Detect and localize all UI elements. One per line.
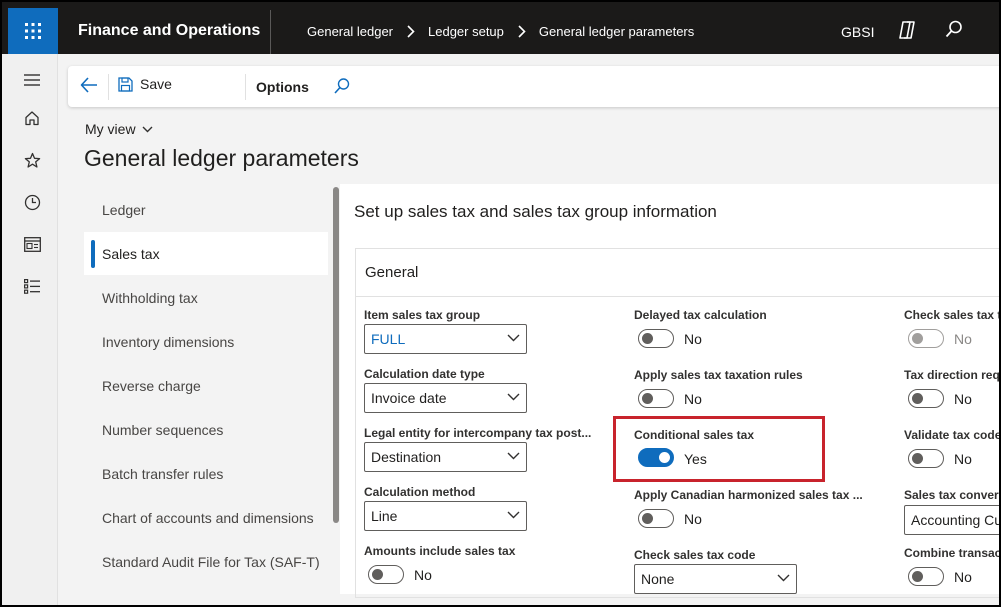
check-sales-tax-code-select[interactable]: None [634, 564, 797, 594]
workspaces-icon[interactable] [22, 234, 42, 254]
tax-direction-required-toggle[interactable] [908, 389, 944, 408]
navigation-rail [2, 54, 58, 605]
page-title: General ledger parameters [84, 145, 359, 171]
chevron-down-icon [507, 334, 520, 342]
tab-saf-t[interactable]: Standard Audit File for Tax (SAF-T) [84, 540, 328, 583]
chevron-down-icon [507, 511, 520, 519]
item-sales-tax-group-value: FULL [371, 331, 406, 347]
check-sales-tax-code-value: None [641, 571, 675, 587]
check-sales-tax-trans-toggle[interactable] [908, 329, 944, 348]
tab-batch-transfer-rules[interactable]: Batch transfer rules [84, 452, 328, 495]
company-picker[interactable]: GBSI [841, 24, 874, 40]
legal-entity-tax-post-label: Legal entity for intercompany tax post..… [364, 426, 592, 440]
calculation-date-type-label: Calculation date type [364, 367, 485, 381]
calculation-date-type-value: Invoice date [371, 390, 447, 406]
tax-direction-required-value: No [954, 391, 972, 407]
apply-taxation-rules-label: Apply sales tax taxation rules [634, 368, 803, 382]
fasttab-header-general[interactable]: General [365, 264, 418, 281]
detail-title: Set up sales tax and sales tax group inf… [354, 202, 717, 221]
search-icon[interactable] [945, 20, 963, 38]
app-frame: Finance and Operations General ledger Le… [0, 0, 1001, 607]
fasttab-divider [356, 296, 999, 297]
combine-transactions-value: No [954, 569, 972, 585]
item-sales-tax-group-label: Item sales tax group [364, 308, 481, 322]
content-panel: Ledger Sales tax Withholding tax Invento… [84, 184, 999, 598]
legal-entity-tax-post-select[interactable]: Destination [364, 442, 527, 472]
chevron-down-icon [777, 574, 790, 582]
chevron-down-icon [507, 452, 520, 460]
check-sales-tax-code-label: Check sales tax code [634, 548, 756, 562]
calculation-date-type-select[interactable]: Invoice date [364, 383, 527, 413]
calculation-method-label: Calculation method [364, 485, 476, 499]
chevron-right-icon [518, 25, 526, 38]
tab-reverse-charge[interactable]: Reverse charge [84, 364, 328, 407]
combine-transactions-toggle[interactable] [908, 567, 944, 586]
amounts-include-sales-tax-value: No [414, 567, 432, 583]
calculation-method-select[interactable]: Line [364, 501, 527, 531]
save-label: Save [140, 76, 172, 92]
sales-tax-conversion-value: Accounting Cu [911, 512, 1001, 528]
options-tab[interactable]: Options [256, 79, 309, 95]
item-sales-tax-group-select[interactable]: FULL [364, 324, 527, 354]
amounts-include-sales-tax-label: Amounts include sales tax [364, 544, 516, 558]
tab-ledger[interactable]: Ledger [84, 188, 328, 231]
amounts-include-sales-tax-toggle[interactable] [368, 565, 404, 584]
canadian-harmonized-tax-toggle[interactable] [638, 509, 674, 528]
breadcrumb-item-ledger-setup[interactable]: Ledger setup [428, 24, 504, 39]
sales-tax-conversion-select[interactable]: Accounting Cu [904, 505, 1001, 535]
validate-tax-code-value: No [954, 451, 972, 467]
breadcrumb-item-general-ledger[interactable]: General ledger [307, 24, 393, 39]
topbar-divider [270, 10, 271, 54]
back-arrow-icon[interactable] [80, 77, 98, 98]
action-pane-separator [108, 74, 109, 100]
apply-taxation-rules-value: No [684, 391, 702, 407]
delayed-tax-calculation-toggle[interactable] [638, 329, 674, 348]
recent-clock-icon[interactable] [22, 192, 42, 212]
save-icon [118, 76, 133, 92]
my-view-label: My view [85, 121, 136, 137]
legal-entity-tax-post-value: Destination [371, 449, 442, 465]
top-bar: Finance and Operations General ledger Le… [2, 2, 999, 54]
app-title[interactable]: Finance and Operations [78, 22, 260, 40]
chevron-right-icon [407, 25, 415, 38]
hamburger-menu-icon[interactable] [22, 70, 42, 90]
breadcrumb: General ledger Ledger setup General ledg… [307, 24, 694, 39]
tab-withholding-tax[interactable]: Withholding tax [84, 276, 328, 319]
sales-tax-conversion-label: Sales tax conversi [904, 488, 1001, 502]
vertical-tab-list: Ledger Sales tax Withholding tax Invento… [84, 184, 340, 594]
canadian-harmonized-tax-value: No [684, 511, 702, 527]
calculation-method-value: Line [371, 508, 398, 524]
check-sales-tax-trans-value: No [954, 331, 972, 347]
my-view-dropdown[interactable]: My view [85, 121, 153, 137]
combine-transactions-label: Combine transact [904, 546, 1001, 560]
validate-tax-code-label: Validate tax code [904, 428, 1001, 442]
favorites-star-icon[interactable] [22, 150, 42, 170]
action-search-icon[interactable] [333, 77, 351, 100]
modules-list-icon[interactable] [22, 276, 42, 296]
copilot-icon[interactable] [896, 20, 918, 40]
validate-tax-code-toggle[interactable] [908, 449, 944, 468]
tab-sales-tax[interactable]: Sales tax [84, 232, 328, 275]
action-pane-separator [245, 74, 246, 100]
save-button[interactable]: Save [118, 76, 172, 92]
apply-taxation-rules-toggle[interactable] [638, 389, 674, 408]
chevron-down-icon [507, 393, 520, 401]
home-icon[interactable] [22, 108, 42, 128]
delayed-tax-calculation-value: No [684, 331, 702, 347]
nav-scrollbar[interactable] [333, 187, 339, 523]
breadcrumb-item-current: General ledger parameters [538, 24, 695, 39]
tab-chart-of-accounts[interactable]: Chart of accounts and dimensions [84, 496, 328, 539]
app-launcher-button[interactable] [8, 8, 58, 54]
tax-direction-required-label: Tax direction requ [904, 368, 1001, 382]
tab-number-sequences[interactable]: Number sequences [84, 408, 328, 451]
action-pane: Save Options [68, 66, 999, 107]
chevron-down-icon [142, 126, 153, 132]
waffle-icon [25, 23, 41, 39]
check-sales-tax-trans-label: Check sales tax tr [904, 308, 1001, 322]
delayed-tax-calculation-label: Delayed tax calculation [634, 308, 767, 322]
annotation-highlight-box [613, 416, 825, 482]
tab-inventory-dimensions[interactable]: Inventory dimensions [84, 320, 328, 363]
canadian-harmonized-tax-label: Apply Canadian harmonized sales tax ... [634, 488, 863, 502]
